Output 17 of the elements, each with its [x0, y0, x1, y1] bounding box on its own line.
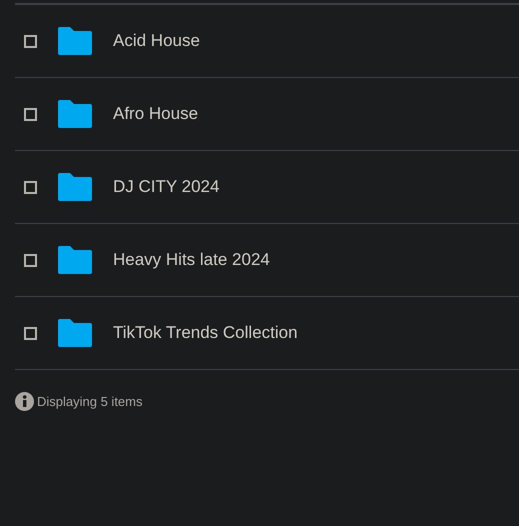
folder-name[interactable]: TikTok Trends Collection: [113, 320, 298, 346]
folder-icon: [58, 173, 92, 201]
checkbox[interactable]: [24, 108, 37, 120]
folder-name[interactable]: Heavy Hits late 2024: [113, 247, 270, 273]
checkbox[interactable]: [24, 254, 37, 266]
info-icon: [15, 392, 34, 412]
checkbox[interactable]: [24, 326, 37, 340]
folder-name[interactable]: Afro House: [113, 101, 198, 127]
folder-icon: [58, 246, 92, 274]
checkbox[interactable]: [24, 180, 37, 194]
folder-icon: [58, 27, 92, 55]
folder-name[interactable]: Acid House: [113, 28, 200, 54]
checkbox[interactable]: [24, 34, 37, 48]
item-count: Displaying 5 items: [37, 393, 142, 411]
folder-name[interactable]: DJ CITY 2024: [113, 174, 220, 200]
folder-icon: [58, 319, 92, 347]
folder-icon: [58, 100, 92, 128]
